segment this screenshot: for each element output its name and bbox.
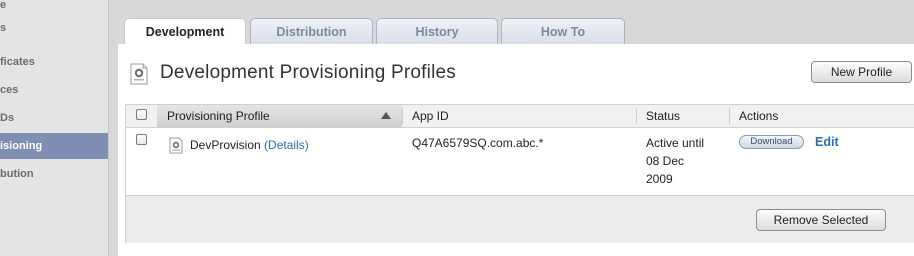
status-text: 08 Dec [646, 154, 685, 168]
tab-how-to[interactable]: How To [501, 18, 625, 44]
sidebar-item-certificates[interactable]: ficates [0, 51, 108, 73]
status-text: 2009 [646, 172, 673, 186]
column-header-app-id[interactable]: App ID [412, 105, 449, 127]
provisioning-profile-icon [130, 63, 148, 85]
sidebar-item-label: e [0, 0, 7, 11]
column-header-status[interactable]: Status [646, 105, 680, 127]
profiles-table: Provisioning Profile App ID Status Actio… [125, 104, 914, 243]
sidebar-item-label: ces [0, 84, 19, 96]
tab-distribution[interactable]: Distribution [250, 18, 373, 44]
sidebar-item-1[interactable]: s [0, 17, 108, 39]
status-text: Active until [646, 136, 705, 150]
sidebar-item-label: bution [0, 168, 34, 180]
column-separator [402, 108, 403, 124]
tab-development[interactable]: Development [124, 18, 246, 45]
sidebar-item-provisioning[interactable]: isioning [0, 133, 108, 159]
status-cell: Active until 08 Dec 2009 [646, 134, 704, 188]
sidebar-item-app-ids[interactable]: Ds [0, 107, 108, 129]
sidebar-item-label: s [0, 22, 7, 34]
details-link[interactable]: (Details) [264, 138, 309, 152]
download-button[interactable]: Download [739, 135, 804, 149]
column-separator [729, 108, 730, 124]
sidebar-item-label: Ds [0, 112, 15, 124]
column-separator [636, 108, 637, 124]
provisioning-profile-icon [169, 137, 183, 154]
sort-ascending-icon [381, 112, 391, 119]
sidebar-item-label: isioning [0, 140, 43, 152]
remove-selected-button[interactable]: Remove Selected [756, 209, 886, 231]
app-id-cell: Q47A6579SQ.com.abc.* [412, 136, 544, 150]
table-footer: Remove Selected [126, 195, 914, 243]
sidebar-item-0[interactable]: e [0, 0, 108, 16]
row-checkbox[interactable] [136, 134, 147, 145]
column-header-actions: Actions [739, 109, 779, 123]
sidebar: e s ficates ces Ds isioning bution [0, 0, 109, 256]
column-header-profile[interactable]: Provisioning Profile [157, 105, 402, 127]
tab-history[interactable]: History [376, 18, 498, 44]
profile-name: DevProvision [190, 138, 261, 152]
new-profile-button[interactable]: New Profile [811, 61, 912, 83]
sidebar-item-devices[interactable]: ces [0, 79, 108, 101]
sidebar-item-distribution[interactable]: bution [0, 163, 108, 185]
select-all-checkbox[interactable] [136, 109, 147, 120]
profile-name-cell: DevProvision (Details) [190, 136, 309, 154]
table-header: Provisioning Profile App ID Status Actio… [126, 105, 914, 128]
edit-link[interactable]: Edit [815, 133, 839, 151]
sidebar-item-label: ficates [0, 56, 35, 68]
page-title: Development Provisioning Profiles [160, 62, 456, 83]
column-header-label: Provisioning Profile [167, 109, 270, 123]
